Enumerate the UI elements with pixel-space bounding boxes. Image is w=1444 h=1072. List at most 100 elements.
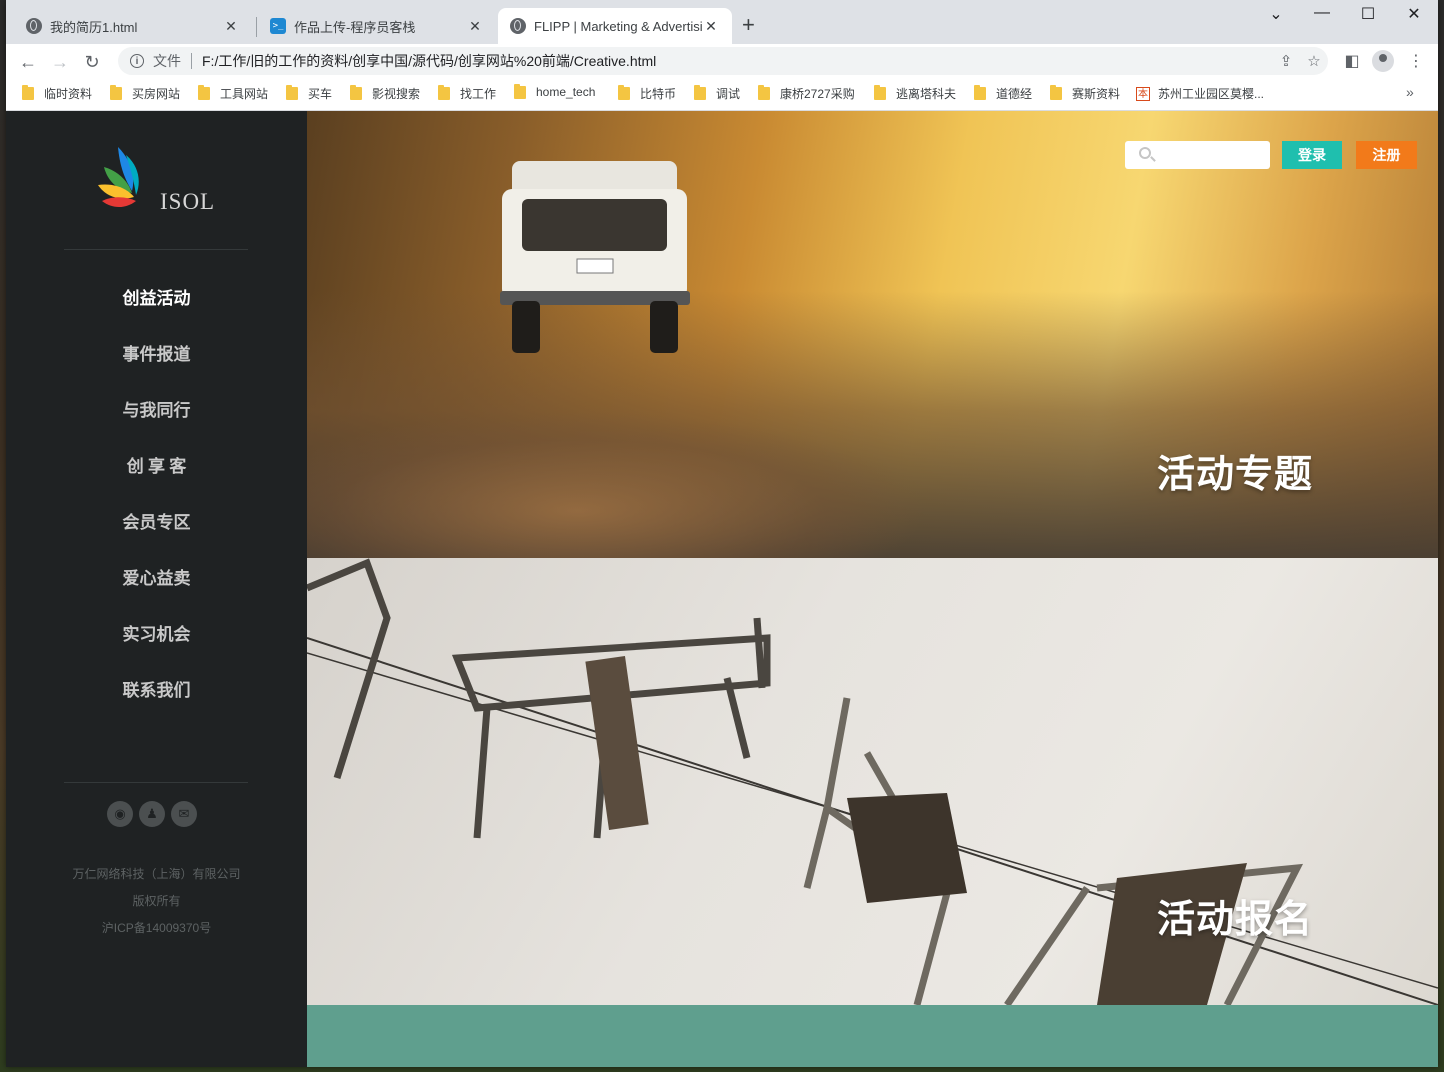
close-icon[interactable]: ✕ xyxy=(466,18,484,35)
bookmark-label: 调试 xyxy=(716,87,741,101)
activity-signup-banner[interactable]: 活动报名 xyxy=(307,558,1438,1005)
nav-item-creators[interactable]: 创 享 客 xyxy=(6,439,307,495)
sidebar: ISOL 创益活动 事件报道 与我同行 创 享 客 会员专区 爱心益卖 实习机会… xyxy=(6,111,307,1067)
search-input[interactable] xyxy=(1163,145,1267,167)
divider xyxy=(64,782,248,783)
bookmark-label: 工具网站 xyxy=(220,87,269,101)
nav-item-contact[interactable]: 联系我们 xyxy=(6,663,307,719)
browser-toolbar: ← → ↻ i 文件 F:/工作/旧的工作的资料/创享中国/源代码/创享网站%2… xyxy=(6,44,1438,78)
tab-resume[interactable]: 我的简历1.html ✕ xyxy=(14,8,252,44)
bookmark-item[interactable]: 康桥2727采购 xyxy=(758,85,855,102)
powershell-icon: >_ xyxy=(270,18,286,34)
tab-title: FLIPP | Marketing & Advertising xyxy=(534,18,702,34)
bookmark-item[interactable]: home_tech xyxy=(514,83,596,99)
logo-text: ISOL xyxy=(160,189,216,214)
bookmark-item[interactable]: 本苏州工业园区莫樱... xyxy=(1136,85,1264,102)
tab-strip: 我的简历1.html ✕ >_ 作品上传-程序员客栈 ✕ FLIPP | Mar… xyxy=(6,0,1438,44)
icp-number[interactable]: 沪ICP备14009370号 xyxy=(6,915,307,942)
web-page: ISOL 创益活动 事件报道 与我同行 创 享 客 会员专区 爱心益卖 实习机会… xyxy=(6,111,1438,1067)
van-image xyxy=(500,161,690,353)
bookmark-label: 找工作 xyxy=(460,87,497,101)
tab-title: 我的简历1.html xyxy=(50,19,138,35)
nav-item-news[interactable]: 事件报道 xyxy=(6,327,307,383)
main-content: 活动专题 登录 注册 活动报名 xyxy=(307,111,1438,1067)
tab-search-icon[interactable]: ⌄ xyxy=(1256,4,1296,24)
tab-separator xyxy=(256,17,257,37)
register-button[interactable]: 注册 xyxy=(1356,141,1417,169)
bookmark-item[interactable]: 道德经 xyxy=(974,85,1032,102)
site-icon: 本 xyxy=(1136,86,1150,101)
back-button[interactable]: ← xyxy=(14,48,42,76)
reload-button[interactable]: ↻ xyxy=(78,48,106,76)
folder-icon xyxy=(758,85,770,100)
bookmark-item[interactable]: 逃离塔科夫 xyxy=(874,85,956,102)
bookmark-item[interactable]: 赛斯资料 xyxy=(1050,85,1120,102)
close-window-button[interactable]: ✕ xyxy=(1394,4,1434,24)
nav-item-charity-sale[interactable]: 爱心益卖 xyxy=(6,551,307,607)
nav-item-internships[interactable]: 实习机会 xyxy=(6,607,307,663)
share-icon[interactable]: ⇪ xyxy=(1272,52,1300,70)
bookmark-label: 康桥2727采购 xyxy=(780,87,855,101)
isol-logo[interactable] xyxy=(96,145,156,215)
minimize-button[interactable]: — xyxy=(1302,4,1342,22)
globe-icon xyxy=(510,18,526,34)
url-text[interactable]: F:/工作/旧的工作的资料/创享中国/源代码/创享网站%20前端/Creativ… xyxy=(202,51,1272,71)
bookmark-item[interactable]: 影视搜索 xyxy=(350,85,420,102)
activity-topics-banner[interactable]: 活动专题 登录 注册 xyxy=(307,111,1438,558)
login-button[interactable]: 登录 xyxy=(1282,141,1342,169)
bookmarks-bar: 临时资料 买房网站 工具网站 买车 影视搜索 找工作 home_tech 比特币… xyxy=(6,78,1438,111)
info-icon[interactable]: i xyxy=(130,54,144,68)
nav-item-join-us[interactable]: 与我同行 xyxy=(6,383,307,439)
close-icon[interactable]: ✕ xyxy=(702,18,720,35)
maximize-button[interactable]: ☐ xyxy=(1348,4,1388,24)
profile-avatar[interactable] xyxy=(1372,50,1394,72)
bookmark-label: 买房网站 xyxy=(132,87,181,101)
bookmark-item[interactable]: 比特币 xyxy=(618,85,676,102)
globe-icon xyxy=(26,18,42,34)
search-box[interactable] xyxy=(1125,141,1270,169)
folder-icon xyxy=(110,85,122,100)
nav-item-activities[interactable]: 创益活动 xyxy=(6,271,307,327)
folder-icon xyxy=(974,85,986,100)
tab-title: 作品上传-程序员客栈 xyxy=(294,19,416,35)
tab-upload[interactable]: >_ 作品上传-程序员客栈 ✕ xyxy=(258,8,496,44)
bookmark-item[interactable]: 临时资料 xyxy=(22,85,92,102)
bookmark-item[interactable]: 找工作 xyxy=(438,85,496,102)
menu-icon[interactable]: ⋮ xyxy=(1404,51,1428,71)
bookmark-label: 赛斯资料 xyxy=(1072,87,1121,101)
qq-icon[interactable]: ♟ xyxy=(139,801,165,827)
star-icon[interactable]: ☆ xyxy=(1300,52,1328,70)
folder-icon xyxy=(694,85,706,100)
tab-flipp[interactable]: FLIPP | Marketing & Advertising ✕ xyxy=(498,8,732,44)
folder-icon xyxy=(286,85,298,100)
nav-item-members[interactable]: 会员专区 xyxy=(6,495,307,551)
folder-icon xyxy=(22,85,34,100)
section-title: 活动专题 xyxy=(1157,454,1314,496)
folder-icon xyxy=(618,85,630,100)
weibo-icon[interactable]: ◉ xyxy=(107,801,133,827)
folder-icon xyxy=(438,85,450,100)
bookmark-item[interactable]: 调试 xyxy=(694,85,740,102)
bookmark-label: 影视搜索 xyxy=(372,87,421,101)
bookmark-item[interactable]: 买车 xyxy=(286,85,332,102)
close-icon[interactable]: ✕ xyxy=(222,18,240,35)
forward-button[interactable]: → xyxy=(46,48,74,76)
divider xyxy=(191,53,192,69)
bookmark-item[interactable]: 工具网站 xyxy=(198,85,268,102)
wechat-icon[interactable]: ✉ xyxy=(171,801,197,827)
new-tab-button[interactable]: + xyxy=(742,14,755,36)
address-bar[interactable]: i 文件 F:/工作/旧的工作的资料/创享中国/源代码/创享网站%20前端/Cr… xyxy=(118,47,1328,75)
folder-icon xyxy=(514,83,526,99)
browser-window: 我的简历1.html ✕ >_ 作品上传-程序员客栈 ✕ FLIPP | Mar… xyxy=(6,0,1438,1067)
bookmark-label: home_tech xyxy=(536,85,596,99)
bookmark-label: 道德经 xyxy=(996,87,1033,101)
bookmark-item[interactable]: 买房网站 xyxy=(110,85,180,102)
bookmark-label: 买车 xyxy=(308,87,333,101)
social-links: ◉ ♟ ✉ xyxy=(107,801,197,827)
folder-icon xyxy=(874,85,886,100)
sidebar-footer: 万仁网络科技（上海）有限公司 版权所有 沪ICP备14009370号 xyxy=(6,861,307,942)
teal-band xyxy=(307,1005,1438,1067)
folder-icon xyxy=(198,85,210,100)
side-panel-icon[interactable]: ◧ xyxy=(1340,51,1364,71)
bookmarks-more-button[interactable]: » xyxy=(1406,84,1414,100)
